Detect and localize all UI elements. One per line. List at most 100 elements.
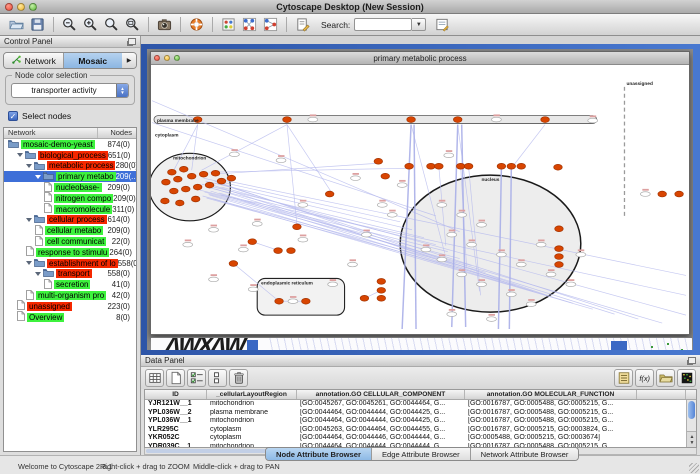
network-node[interactable] — [541, 117, 550, 123]
tree-row-biological-process[interactable]: biological_process651(0) — [4, 150, 136, 161]
network-node[interactable] — [381, 173, 390, 179]
network-node[interactable] — [181, 186, 190, 192]
network-node-unselected[interactable] — [457, 272, 467, 277]
table-row[interactable]: YKR052Ccytoplasm[GO:0044464, GO:0044446,… — [145, 434, 696, 443]
network-node[interactable] — [555, 246, 564, 252]
network-node-unselected[interactable] — [496, 252, 506, 257]
tree-row-establishment-of-lo[interactable]: establishment of lo558(0) — [4, 258, 136, 269]
network-node-unselected[interactable] — [566, 282, 576, 287]
network-node[interactable] — [407, 117, 416, 123]
network-node-unselected[interactable] — [377, 203, 387, 208]
network-node-unselected[interactable] — [546, 272, 556, 277]
disclosure-triangle-icon[interactable] — [35, 175, 41, 179]
network-node-unselected[interactable] — [209, 227, 219, 232]
network-node[interactable] — [464, 163, 473, 169]
zoom-out-button[interactable] — [59, 15, 80, 34]
network-node[interactable] — [283, 117, 292, 123]
network-node-unselected[interactable] — [477, 282, 487, 287]
attribute-list-button[interactable] — [614, 369, 633, 387]
layout-b-button[interactable] — [260, 15, 281, 34]
tree-row-primary-metabo[interactable]: primary metabo209(... — [4, 171, 136, 182]
network-node-unselected[interactable] — [276, 158, 286, 163]
tab-edge-attribute-browser[interactable]: Edge Attribute Browser — [372, 448, 471, 460]
network-view-window[interactable]: primary metabolic process plasma membran… — [150, 51, 690, 335]
table-row[interactable]: YPL036W__2plasma membrane[GO:0044464, GO… — [145, 409, 696, 418]
import-button[interactable] — [656, 369, 675, 387]
scrollbar-arrows[interactable]: ▲▼ — [687, 431, 697, 447]
zoom-in-button[interactable] — [80, 15, 101, 34]
network-node-unselected[interactable] — [361, 232, 371, 237]
plasma-membrane-region[interactable] — [154, 116, 597, 124]
table-vertical-scrollbar[interactable]: ▲▼ — [686, 400, 696, 447]
select-attributes-button[interactable] — [187, 369, 206, 387]
network-node-unselected[interactable] — [248, 287, 258, 292]
network-node[interactable] — [456, 163, 465, 169]
delete-attribute-button[interactable] — [229, 369, 248, 387]
zoom-fit-button[interactable] — [122, 15, 143, 34]
network-node[interactable] — [168, 169, 177, 175]
network-node-unselected[interactable] — [437, 203, 447, 208]
tree-row-nucleobase-[interactable]: nucleobase-209(0) — [4, 182, 136, 193]
background-window-strip[interactable]: ΛW̯XΛW — [151, 337, 692, 350]
network-node[interactable] — [191, 196, 200, 202]
network-node-unselected[interactable] — [437, 257, 447, 262]
network-node[interactable] — [287, 248, 296, 254]
float-panel-icon[interactable] — [128, 38, 136, 45]
disclosure-triangle-icon[interactable] — [17, 153, 23, 157]
network-node-unselected[interactable] — [298, 203, 308, 208]
network-node-unselected[interactable] — [467, 242, 477, 247]
network-node-unselected[interactable] — [576, 252, 586, 257]
network-node-unselected[interactable] — [477, 223, 487, 228]
network-node-unselected[interactable] — [298, 237, 308, 242]
network-node-unselected[interactable] — [288, 299, 298, 304]
search-dropdown-button[interactable]: ▼ — [412, 18, 426, 31]
layout-a-button[interactable] — [239, 15, 260, 34]
network-node[interactable] — [274, 248, 283, 254]
matrix-button[interactable] — [677, 369, 696, 387]
open-button[interactable] — [6, 15, 27, 34]
select-nodes-checkbox[interactable]: ✓ — [8, 111, 18, 121]
network-minimize-button[interactable] — [164, 55, 170, 61]
network-node[interactable] — [248, 239, 257, 245]
disclosure-triangle-icon[interactable] — [26, 261, 32, 265]
network-node[interactable] — [360, 295, 369, 301]
tree-row-secretion[interactable]: secretion41(0) — [4, 279, 136, 290]
network-canvas[interactable]: plasma membranecytoplasmmitochondrionnuc… — [151, 65, 689, 333]
network-node-unselected[interactable] — [421, 247, 431, 252]
table-row[interactable]: YPL036W__1mitochondrion[GO:0044464, GO:0… — [145, 417, 696, 426]
network-node-unselected[interactable] — [457, 213, 467, 218]
tab-network[interactable]: Network — [4, 53, 64, 68]
network-node[interactable] — [229, 261, 238, 267]
table-row[interactable]: YJR121W__1mitochondrion[GO:0045267, GO:0… — [145, 400, 696, 409]
network-node-unselected[interactable] — [444, 153, 454, 158]
table-row[interactable]: YLR295Ccytoplasm[GO:0045263, GO:0044464,… — [145, 426, 696, 435]
node-color-dropdown[interactable]: transporter activity ▲▼ — [11, 83, 129, 98]
network-node[interactable] — [176, 200, 185, 206]
resize-grip-icon[interactable] — [689, 463, 699, 473]
network-node[interactable] — [170, 188, 179, 194]
network-node[interactable] — [453, 117, 462, 123]
network-node[interactable] — [293, 224, 302, 230]
network-node-unselected[interactable] — [487, 317, 497, 322]
table-column-header[interactable] — [637, 390, 686, 399]
network-node[interactable] — [227, 175, 236, 181]
network-node-unselected[interactable] — [238, 247, 248, 252]
network-close-button[interactable] — [154, 55, 160, 61]
network-node[interactable] — [211, 170, 220, 176]
network-node[interactable] — [435, 163, 444, 169]
disclosure-triangle-icon[interactable] — [26, 164, 32, 168]
network-node[interactable] — [377, 295, 386, 301]
network-node-unselected[interactable] — [183, 242, 193, 247]
network-node-unselected[interactable] — [209, 277, 219, 282]
network-graph[interactable]: plasma membranecytoplasmmitochondrionnuc… — [151, 65, 689, 333]
network-node[interactable] — [174, 176, 183, 182]
unselect-attributes-button[interactable] — [208, 369, 227, 387]
tab-mosaic[interactable]: Mosaic — [64, 53, 123, 68]
tree-row-unassigned[interactable]: unassigned223(0) — [4, 301, 136, 312]
network-node[interactable] — [377, 287, 386, 293]
tree-row-macromolecule[interactable]: macromolecule311(0) — [4, 204, 136, 215]
network-node[interactable] — [497, 163, 506, 169]
network-node[interactable] — [658, 191, 667, 197]
network-node[interactable] — [555, 262, 564, 268]
table-column-header[interactable]: _cellularLayoutRegion — [207, 390, 297, 399]
